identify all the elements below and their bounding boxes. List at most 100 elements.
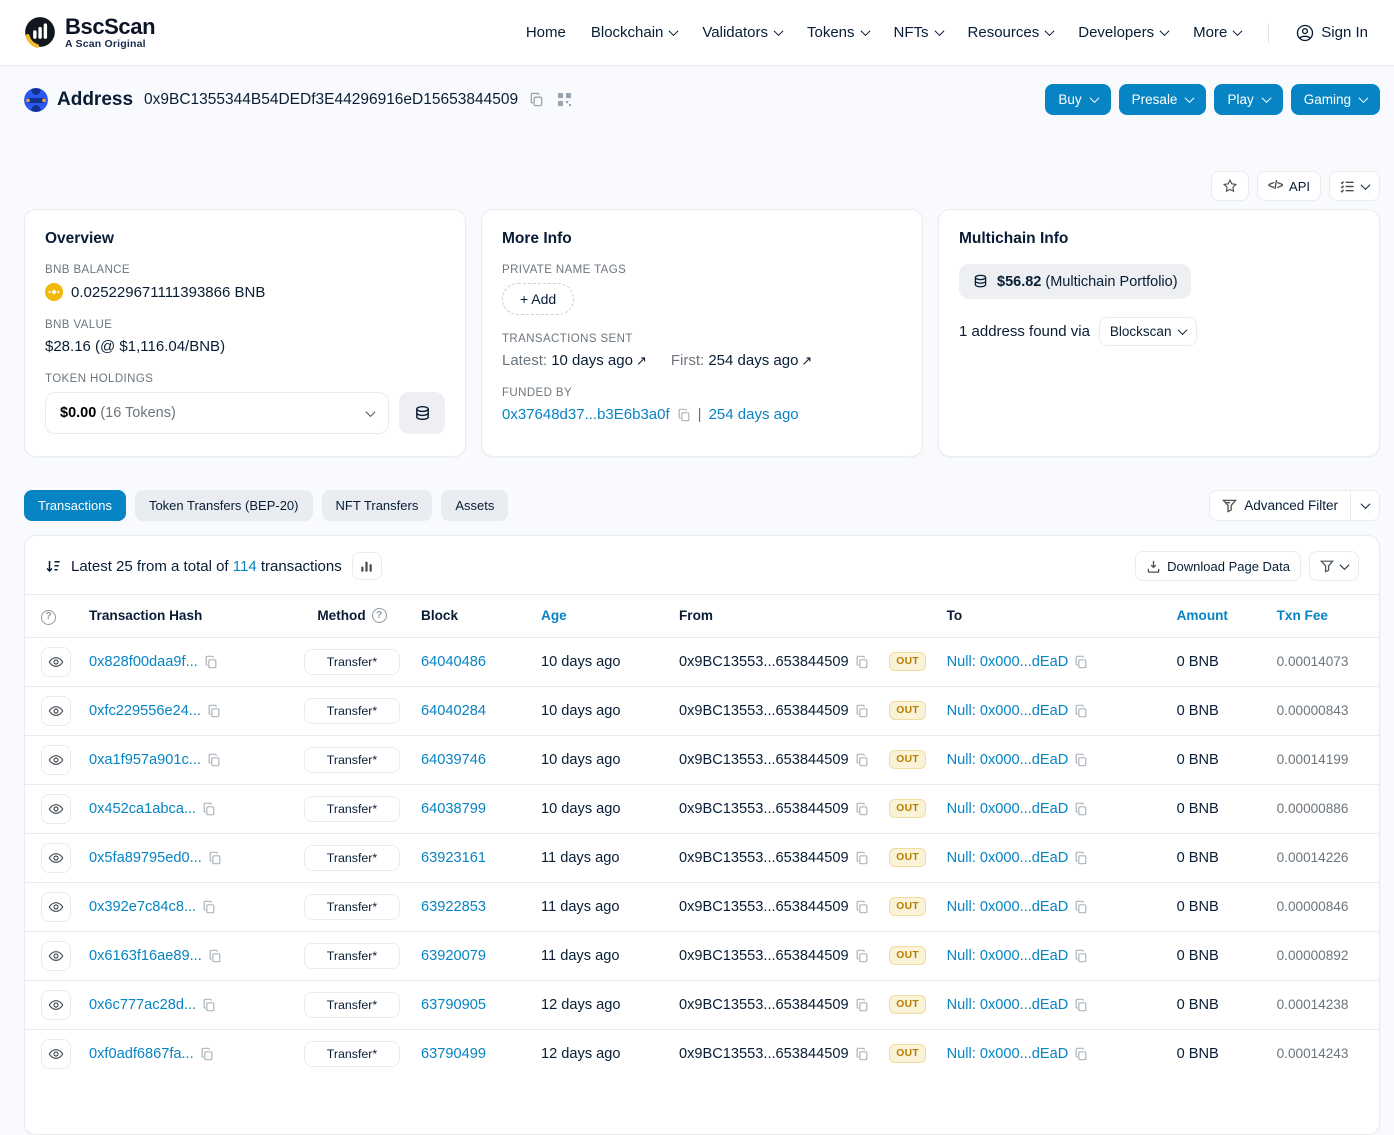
to-address-link[interactable]: Null: 0x000...dEaD <box>947 948 1069 964</box>
view-transaction-button[interactable] <box>41 892 71 922</box>
download-page-data-button[interactable]: Download Page Data <box>1135 551 1301 581</box>
block-link[interactable]: 64039746 <box>421 752 486 768</box>
copy-from-button[interactable] <box>855 998 869 1012</box>
copy-from-button[interactable] <box>855 655 869 669</box>
help-icon[interactable]: ? <box>372 608 387 623</box>
presale-button[interactable]: Presale <box>1119 84 1207 115</box>
method-badge[interactable]: Transfer* <box>304 796 400 822</box>
to-address-link[interactable]: Null: 0x000...dEaD <box>947 703 1069 719</box>
play-button[interactable]: Play <box>1214 84 1282 115</box>
chart-view-button[interactable] <box>352 552 382 580</box>
copy-hash-button[interactable] <box>202 802 216 816</box>
method-badge[interactable]: Transfer* <box>304 845 400 871</box>
nav-item-blockchain[interactable]: Blockchain <box>591 24 678 41</box>
to-address-link[interactable]: Null: 0x000...dEaD <box>947 801 1069 817</box>
from-address[interactable]: 0x9BC13553...653844509 <box>679 850 849 866</box>
token-holdings-dropdown[interactable]: $0.00 (16 Tokens) <box>45 392 389 434</box>
transaction-hash-link[interactable]: 0x392e7c84c8... <box>89 899 196 915</box>
first-transaction-link[interactable]: 254 days ago↗ <box>708 352 812 369</box>
tab-transactions[interactable]: Transactions <box>24 490 126 521</box>
view-options-button[interactable] <box>1329 171 1380 201</box>
tab-nft-transfers[interactable]: NFT Transfers <box>322 490 433 521</box>
copy-from-button[interactable] <box>855 851 869 865</box>
to-address-link[interactable]: Null: 0x000...dEaD <box>947 997 1069 1013</box>
transaction-hash-link[interactable]: 0x6163f16ae89... <box>89 948 202 964</box>
copy-to-button[interactable] <box>1074 851 1088 865</box>
nav-item-nfts[interactable]: NFTs <box>894 24 943 41</box>
nav-item-home[interactable]: Home <box>526 24 566 41</box>
copy-hash-button[interactable] <box>207 704 221 718</box>
wallet-portfolio-button[interactable] <box>399 392 445 434</box>
column-age[interactable]: Age <box>533 595 671 637</box>
copy-hash-button[interactable] <box>207 753 221 767</box>
block-link[interactable]: 63922853 <box>421 899 486 915</box>
copy-to-button[interactable] <box>1074 753 1088 767</box>
nav-item-more[interactable]: More <box>1193 24 1241 41</box>
multichain-portfolio-button[interactable]: $56.82 (Multichain Portfolio) <box>959 264 1191 299</box>
to-address-link[interactable]: Null: 0x000...dEaD <box>947 654 1069 670</box>
api-button[interactable]: </> API <box>1257 171 1321 201</box>
copy-hash-button[interactable] <box>200 1047 214 1061</box>
transaction-hash-link[interactable]: 0xfc229556e24... <box>89 703 201 719</box>
view-transaction-button[interactable] <box>41 794 71 824</box>
copy-to-button[interactable] <box>1074 949 1088 963</box>
view-transaction-button[interactable] <box>41 647 71 677</box>
transaction-hash-link[interactable]: 0x452ca1abca... <box>89 801 196 817</box>
sign-in-button[interactable]: Sign In <box>1296 24 1368 42</box>
copy-to-button[interactable] <box>1074 655 1088 669</box>
view-transaction-button[interactable] <box>41 696 71 726</box>
copy-to-button[interactable] <box>1074 704 1088 718</box>
method-badge[interactable]: Transfer* <box>304 943 400 969</box>
copy-from-button[interactable] <box>855 802 869 816</box>
copy-to-button[interactable] <box>1074 998 1088 1012</box>
nav-item-validators[interactable]: Validators <box>702 24 782 41</box>
copy-address-button[interactable] <box>527 90 546 109</box>
transaction-hash-link[interactable]: 0x6c777ac28d... <box>89 997 196 1013</box>
block-link[interactable]: 64040284 <box>421 703 486 719</box>
advanced-filter-button[interactable]: Advanced Filter <box>1210 491 1350 520</box>
tab-token-transfers[interactable]: Token Transfers (BEP-20) <box>135 490 313 521</box>
favorite-button[interactable] <box>1211 171 1249 201</box>
bscscan-logo[interactable]: BscScan A Scan Original <box>24 15 155 49</box>
view-transaction-button[interactable] <box>41 1039 71 1069</box>
copy-to-button[interactable] <box>1074 1047 1088 1061</box>
to-address-link[interactable]: Null: 0x000...dEaD <box>947 1046 1069 1062</box>
from-address[interactable]: 0x9BC13553...653844509 <box>679 703 849 719</box>
from-address[interactable]: 0x9BC13553...653844509 <box>679 899 849 915</box>
column-filter-button[interactable] <box>1309 551 1359 581</box>
copy-hash-button[interactable] <box>202 998 216 1012</box>
block-link[interactable]: 63790905 <box>421 997 486 1013</box>
column-txn-fee[interactable]: Txn Fee <box>1269 595 1379 637</box>
copy-to-button[interactable] <box>1074 802 1088 816</box>
copy-hash-button[interactable] <box>208 851 222 865</box>
method-badge[interactable]: Transfer* <box>304 649 400 675</box>
transaction-hash-link[interactable]: 0x5fa89795ed0... <box>89 850 202 866</box>
copy-from-button[interactable] <box>855 1047 869 1061</box>
view-transaction-button[interactable] <box>41 941 71 971</box>
method-badge[interactable]: Transfer* <box>304 894 400 920</box>
from-address[interactable]: 0x9BC13553...653844509 <box>679 948 849 964</box>
transaction-hash-link[interactable]: 0x828f00daa9f... <box>89 654 198 670</box>
block-link[interactable]: 63923161 <box>421 850 486 866</box>
method-badge[interactable]: Transfer* <box>304 992 400 1018</box>
nav-item-developers[interactable]: Developers <box>1078 24 1168 41</box>
gaming-button[interactable]: Gaming <box>1291 84 1380 115</box>
transaction-count-link[interactable]: 114 <box>233 558 257 575</box>
sort-icon[interactable] <box>45 558 61 574</box>
method-badge[interactable]: Transfer* <box>304 747 400 773</box>
transaction-hash-link[interactable]: 0xa1f957a901c... <box>89 752 201 768</box>
help-icon[interactable]: ? <box>41 610 56 625</box>
copy-from-button[interactable] <box>855 753 869 767</box>
advanced-filter-dropdown[interactable] <box>1350 491 1379 520</box>
tab-assets[interactable]: Assets <box>441 490 508 521</box>
buy-button[interactable]: Buy <box>1045 84 1110 115</box>
nav-item-tokens[interactable]: Tokens <box>807 24 869 41</box>
from-address[interactable]: 0x9BC13553...653844509 <box>679 801 849 817</box>
to-address-link[interactable]: Null: 0x000...dEaD <box>947 899 1069 915</box>
from-address[interactable]: 0x9BC13553...653844509 <box>679 752 849 768</box>
copy-to-button[interactable] <box>1074 900 1088 914</box>
view-transaction-button[interactable] <box>41 843 71 873</box>
copy-hash-button[interactable] <box>208 949 222 963</box>
copy-funder-button[interactable] <box>677 408 691 422</box>
copy-from-button[interactable] <box>855 704 869 718</box>
